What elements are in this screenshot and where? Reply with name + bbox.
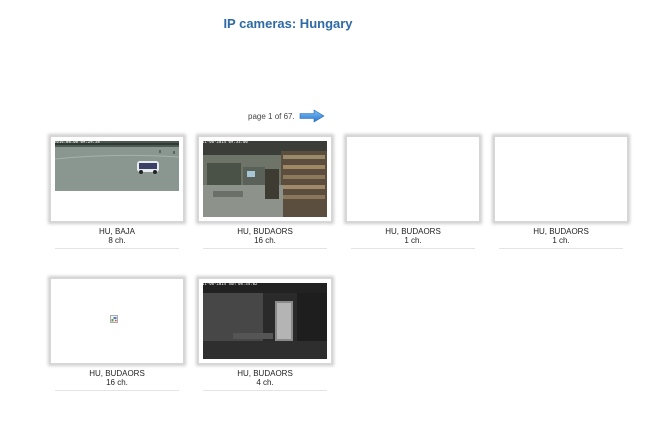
camera-caption: HU, BAJA 8 ch. <box>55 227 179 249</box>
camera-location-link[interactable]: HU, BUDAORS <box>89 369 145 378</box>
camera-channels: 8 ch. <box>108 236 126 245</box>
broken-image-icon <box>110 315 118 323</box>
camera-channels: 4 ch. <box>256 378 274 387</box>
camera-card: 2014.08.08 09:29:58 HU, BAJA 8 ch. <box>48 136 186 249</box>
camera-location-link[interactable]: HU, BUDAORS <box>237 369 293 378</box>
pager: page 1 of 67. <box>248 108 325 124</box>
camera-channels: 16 ch. <box>106 378 128 387</box>
camera-caption: HU, BUDAORS 16 ch. <box>55 369 179 391</box>
dark-room-feed-image <box>203 283 327 359</box>
camera-card: 11-08-2014 Sun 08:34:02 HU, BUDAORS 4 ch… <box>196 278 334 391</box>
camera-channels: 16 ch. <box>254 236 276 245</box>
page: IP cameras: Hungary page 1 of 67. 2014.0… <box>0 0 666 444</box>
camera-location-link[interactable]: HU, BUDAORS <box>385 227 441 236</box>
camera-channels: 1 ch. <box>552 236 570 245</box>
camera-channels: 1 ch. <box>404 236 422 245</box>
camera-thumbnail[interactable] <box>50 278 184 364</box>
camera-thumbnail[interactable] <box>494 136 628 222</box>
camera-location-link[interactable]: HU, BUDAORS <box>533 227 589 236</box>
camera-caption: HU, BUDAORS 16 ch. <box>203 227 327 249</box>
camera-thumbnail[interactable] <box>346 136 480 222</box>
store-interior-feed-image <box>203 141 327 217</box>
camera-card: HU, BUDAORS 16 ch. <box>48 278 186 391</box>
camera-card: HU, BUDAORS 1 ch. <box>344 136 482 249</box>
next-page-button[interactable] <box>299 109 325 123</box>
parking-lot-feed-image <box>55 141 179 191</box>
camera-location-link[interactable]: HU, BUDAORS <box>237 227 293 236</box>
camera-card: HU, BUDAORS 1 ch. <box>492 136 630 249</box>
right-arrow-icon <box>299 109 325 123</box>
camera-caption: HU, BUDAORS 1 ch. <box>499 227 623 249</box>
camera-timestamp: 11-08-2014 09:33:00 <box>202 139 248 144</box>
camera-thumbnail[interactable]: 11-08-2014 09:33:00 <box>198 136 332 222</box>
camera-location-link[interactable]: HU, BAJA <box>99 227 135 236</box>
camera-thumbnail[interactable]: 11-08-2014 Sun 08:34:02 <box>198 278 332 364</box>
camera-caption: HU, BUDAORS 1 ch. <box>351 227 475 249</box>
camera-timestamp: 2014.08.08 09:29:58 <box>54 139 100 144</box>
camera-card: 11-08-2014 09:33:00 HU, BUDAORS 16 ch. <box>196 136 334 249</box>
camera-thumbnail[interactable]: 2014.08.08 09:29:58 <box>50 136 184 222</box>
page-title: IP cameras: Hungary <box>223 16 353 31</box>
page-indicator: page 1 of 67. <box>248 111 295 121</box>
camera-caption: HU, BUDAORS 4 ch. <box>203 369 327 391</box>
camera-timestamp: 11-08-2014 Sun 08:34:02 <box>202 281 258 286</box>
